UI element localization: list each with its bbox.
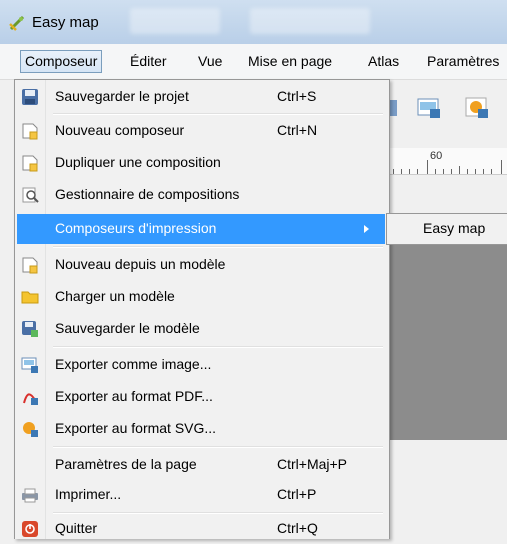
composer-canvas[interactable] (385, 240, 507, 440)
menu-item-sauvegarder-projet[interactable]: Sauvegarder le projet Ctrl+S (17, 82, 385, 112)
menu-item-label: Paramètres de la page (55, 456, 197, 472)
composeurs-impression-submenu: Easy map (386, 213, 507, 245)
export-image-toolbar-icon[interactable] (415, 94, 443, 122)
menu-separator (53, 346, 383, 348)
new-from-template-icon (22, 257, 38, 274)
ruler-tick (475, 169, 476, 174)
ruler-label: 60 (430, 150, 443, 162)
ruler-tick (435, 169, 436, 174)
ruler-tick (443, 169, 444, 174)
menu-item-label: Imprimer... (55, 486, 122, 502)
save-template-icon (22, 321, 38, 337)
ruler-tick (467, 169, 468, 174)
export-image-icon (21, 357, 38, 373)
menu-item-shortcut: Ctrl+S (277, 88, 317, 104)
ruler-tick (459, 166, 460, 174)
manager-icon (22, 187, 39, 203)
menu-item-exporter-pdf[interactable]: Exporter au format PDF... (17, 382, 385, 412)
ruler-tick (451, 169, 452, 174)
menu-item-label: Gestionnaire de compositions (55, 186, 240, 202)
menu-item-charger-modele[interactable]: Charger un modèle (17, 282, 385, 312)
menu-vue[interactable]: Vue (194, 51, 226, 71)
menu-separator (53, 113, 383, 115)
menu-mise-en-page[interactable]: Mise en page (244, 51, 336, 71)
menu-item-nouveau-depuis-modele[interactable]: Nouveau depuis un modèle (17, 250, 385, 280)
menu-atlas[interactable]: Atlas (364, 51, 403, 71)
menu-parametres[interactable]: Paramètres (423, 51, 503, 71)
menu-item-label: Dupliquer une composition (55, 154, 221, 170)
save-icon (22, 89, 38, 105)
blurred-title-area (250, 8, 370, 34)
menu-item-label: Sauvegarder le modèle (55, 320, 200, 336)
ruler-tick (427, 160, 428, 174)
menu-editer[interactable]: Éditer (126, 51, 171, 71)
menu-item-exporter-svg[interactable]: Exporter au format SVG... (17, 414, 385, 444)
folder-icon (21, 291, 39, 304)
duplicate-icon (22, 155, 38, 172)
composer-toolbar (385, 80, 507, 132)
qgis-icon (9, 15, 25, 31)
printer-icon (22, 488, 38, 503)
ruler: 60 (385, 148, 507, 175)
export-pdf-icon (23, 393, 38, 405)
menu-bar: Composeur Éditer Vue Mise en page Atlas … (0, 44, 507, 80)
menu-separator (53, 446, 383, 448)
menu-item-label: Quitter (55, 520, 98, 536)
export-svg-toolbar-icon[interactable] (463, 94, 491, 122)
menu-item-sauvegarder-modele[interactable]: Sauvegarder le modèle (17, 314, 385, 344)
menu-item-gestionnaire-compositions[interactable]: Gestionnaire de compositions (17, 180, 385, 210)
composeur-dropdown-menu: Sauvegarder le projet Ctrl+S Nouveau com… (14, 79, 390, 539)
menu-item-label: Exporter comme image... (55, 356, 212, 372)
menu-item-label: Composeurs d'impression (55, 220, 217, 236)
menu-item-label: Sauvegarder le projet (55, 88, 189, 104)
quit-icon (22, 521, 38, 537)
menu-item-shortcut: Ctrl+Q (277, 520, 318, 536)
menu-item-label: Nouveau depuis un modèle (55, 256, 226, 272)
ruler-tick (417, 169, 418, 174)
menu-item-exporter-image[interactable]: Exporter comme image... (17, 350, 385, 380)
blurred-title-area (130, 8, 220, 34)
menu-item-composeurs-impression[interactable]: Composeurs d'impression (17, 214, 385, 244)
menu-item-shortcut: Ctrl+P (277, 486, 317, 502)
menu-item-parametres-page[interactable]: Paramètres de la page Ctrl+Maj+P (17, 450, 385, 480)
submenu-item-easy-map[interactable]: Easy map (423, 220, 485, 236)
menu-item-nouveau-composeur[interactable]: Nouveau composeur Ctrl+N (17, 116, 385, 146)
menu-item-shortcut: Ctrl+N (277, 122, 318, 138)
menu-item-label: Charger un modèle (55, 288, 175, 304)
menu-item-quitter[interactable]: Quitter Ctrl+Q (17, 514, 385, 544)
ruler-tick (501, 160, 502, 174)
menu-composeur[interactable]: Composeur (20, 50, 103, 73)
menu-separator (53, 246, 383, 248)
title-bar: Easy map (0, 0, 507, 45)
menu-item-imprimer[interactable]: Imprimer... Ctrl+P (17, 480, 385, 510)
menu-item-label: Nouveau composeur (55, 122, 185, 138)
ruler-tick (491, 169, 492, 174)
ruler-tick (409, 169, 410, 174)
menu-item-shortcut: Ctrl+Maj+P (277, 456, 348, 472)
menu-item-dupliquer-composition[interactable]: Dupliquer une composition (17, 148, 385, 178)
menu-item-label: Exporter au format SVG... (55, 420, 217, 436)
new-composer-icon (22, 123, 38, 140)
ruler-tick (483, 169, 484, 174)
ruler-tick (393, 169, 394, 174)
ruler-tick (401, 169, 402, 174)
export-svg-icon (23, 422, 38, 437)
menu-item-label: Exporter au format PDF... (55, 388, 213, 404)
window-title: Easy map (32, 14, 99, 31)
submenu-arrow-icon (364, 225, 369, 233)
